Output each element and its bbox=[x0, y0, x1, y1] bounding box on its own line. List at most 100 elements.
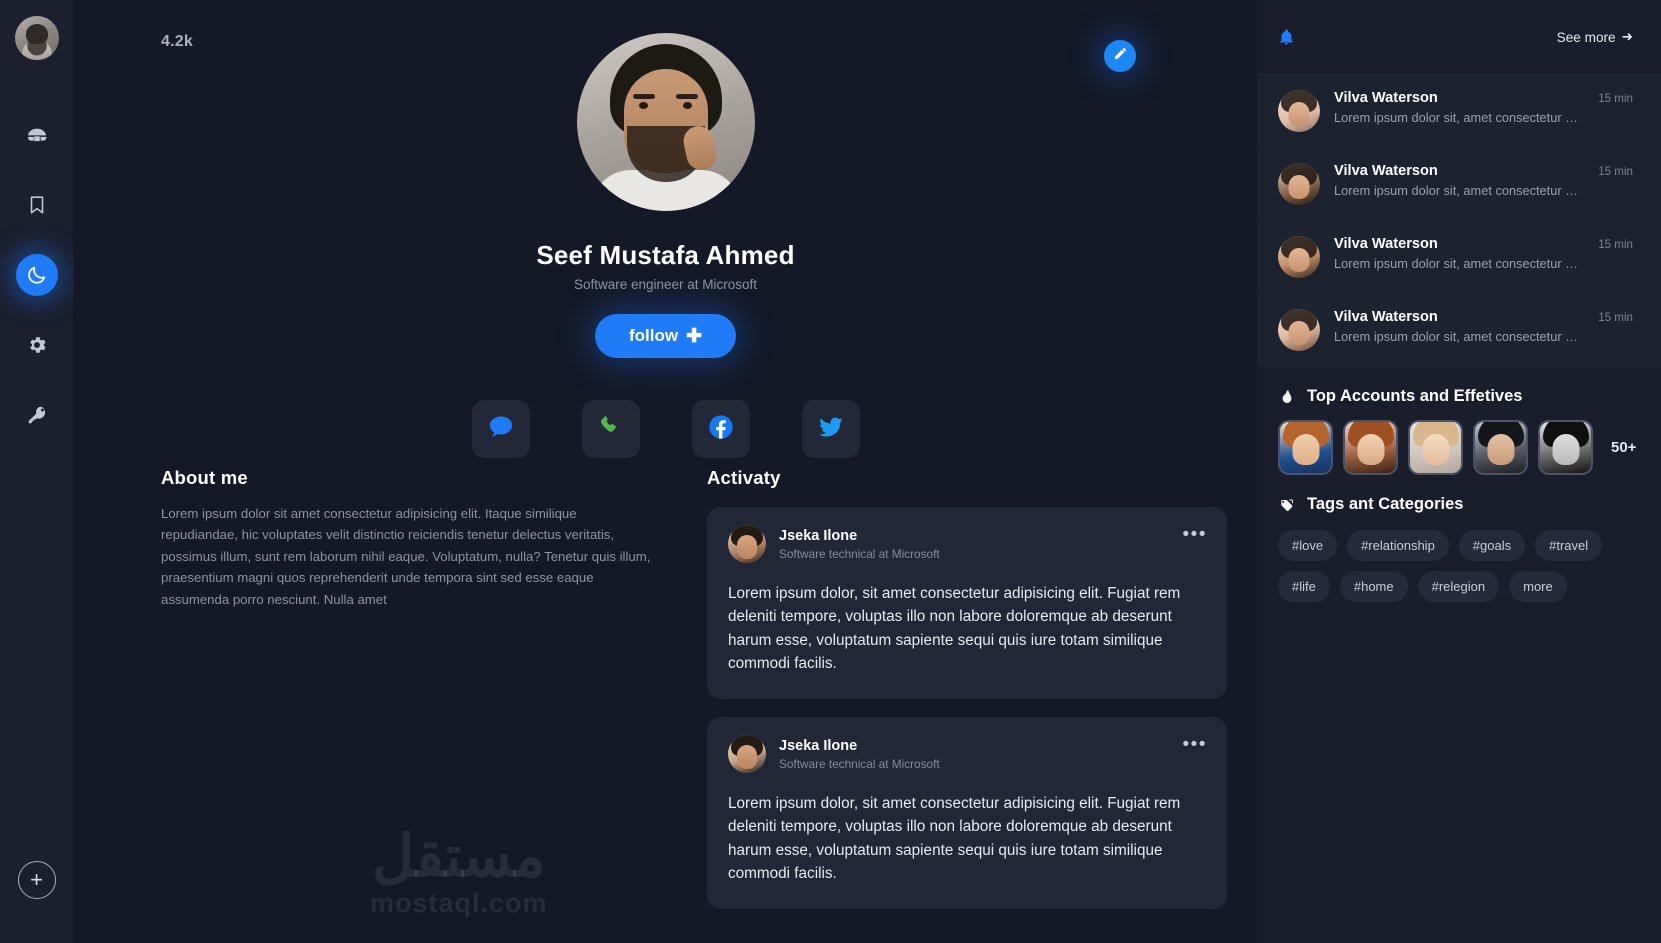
tags-title: Tags ant Categories bbox=[1278, 495, 1637, 514]
tag-chip[interactable]: more bbox=[1509, 571, 1567, 602]
about-text: Lorem ipsum dolor sit amet consectetur a… bbox=[161, 506, 651, 607]
notification-text: Lorem ipsum dolor sit, amet consectetur … bbox=[1334, 110, 1584, 125]
tag-chip[interactable]: #home bbox=[1339, 571, 1408, 602]
flame-icon bbox=[1278, 388, 1296, 406]
moon-icon bbox=[26, 264, 48, 286]
page-title: Seef Mustafa Ahmed bbox=[536, 240, 795, 270]
notification-name: Vilva Waterson bbox=[1334, 163, 1438, 179]
about-section: About me Lorem ipsum dolor sit amet cons… bbox=[161, 467, 651, 909]
key-icon bbox=[26, 404, 48, 426]
post-card: Jseka Ilone Software technical at Micros… bbox=[707, 717, 1227, 909]
sidebar-item-settings[interactable] bbox=[16, 324, 58, 366]
notification-name: Vilva Waterson bbox=[1334, 236, 1438, 252]
notification-time: 15 min bbox=[1598, 92, 1633, 105]
social-twitter[interactable] bbox=[801, 400, 860, 458]
app-root: + 4.2k Seef Mustafa Ahmed Software engin… bbox=[0, 0, 1661, 943]
activity-heading: Activaty bbox=[707, 467, 781, 488]
tag-chip[interactable]: #travel bbox=[1535, 530, 1603, 561]
follower-count: 4.2k bbox=[161, 33, 193, 50]
notification-text: Lorem ipsum dolor sit, amet consectetur … bbox=[1334, 256, 1584, 271]
bookmark-icon bbox=[26, 194, 48, 216]
sidebar-item-darkmode[interactable] bbox=[15, 254, 58, 296]
account-avatar[interactable] bbox=[1343, 420, 1398, 475]
tag-chip[interactable]: #love bbox=[1278, 530, 1338, 561]
notification-time: 15 min bbox=[1598, 238, 1633, 251]
twitter-icon bbox=[817, 413, 845, 446]
post-avatar[interactable] bbox=[728, 735, 766, 773]
profile-subtitle: Software engineer at Microsoft bbox=[573, 277, 758, 292]
message-icon bbox=[487, 413, 515, 446]
account-avatar[interactable] bbox=[1473, 420, 1528, 475]
top-accounts-title: Top Accounts and Effetives bbox=[1278, 387, 1637, 406]
notification-name: Vilva Waterson bbox=[1334, 309, 1438, 325]
post-author: Jseka Ilone bbox=[779, 527, 858, 544]
tag-icon bbox=[1278, 496, 1296, 514]
notification-time: 15 min bbox=[1598, 311, 1633, 324]
account-avatar[interactable] bbox=[1538, 420, 1593, 475]
avatar bbox=[1278, 236, 1320, 278]
notification-text: Lorem ipsum dolor sit, amet consectetur … bbox=[1334, 183, 1584, 198]
tags-section: Tags ant Categories #love #relationship … bbox=[1257, 475, 1661, 602]
sidebar-item-igloo[interactable] bbox=[16, 114, 58, 156]
notification-item[interactable]: Vilva Waterson Lorem ipsum dolor sit, am… bbox=[1257, 294, 1661, 367]
right-panel: See more ➜ Vilva Waterson Lorem ipsum do… bbox=[1257, 0, 1661, 943]
phone-icon bbox=[597, 413, 625, 446]
igloo-icon bbox=[26, 124, 48, 146]
post-body: Lorem ipsum dolor, sit amet consectetur … bbox=[728, 795, 1181, 882]
post-menu-button[interactable]: ••• bbox=[1183, 525, 1207, 544]
tag-chip[interactable]: #relegion bbox=[1417, 571, 1500, 602]
notification-item[interactable]: Vilva Waterson Lorem ipsum dolor sit, am… bbox=[1257, 148, 1661, 221]
bell-icon[interactable] bbox=[1278, 29, 1295, 46]
tags-label: Tags ant Categories bbox=[1307, 495, 1464, 513]
see-more-label: See more bbox=[1556, 29, 1616, 45]
social-buttons bbox=[74, 400, 1257, 458]
social-phone[interactable] bbox=[581, 400, 640, 458]
gear-icon bbox=[26, 334, 48, 356]
sidebar-item-key[interactable] bbox=[16, 394, 58, 436]
add-button[interactable]: + bbox=[17, 861, 56, 899]
see-more-button[interactable]: See more ➜ bbox=[1557, 29, 1633, 45]
social-facebook[interactable] bbox=[691, 400, 750, 458]
tag-chip[interactable]: #life bbox=[1278, 571, 1330, 602]
profile-avatar[interactable] bbox=[576, 33, 755, 211]
profile-header: 4.2k Seef Mustafa Ahmed Software enginee… bbox=[74, 0, 1257, 458]
avatar bbox=[1278, 163, 1320, 205]
post-menu-button[interactable]: ••• bbox=[1183, 735, 1207, 754]
account-avatar[interactable] bbox=[1408, 420, 1463, 475]
follow-label: follow bbox=[628, 326, 679, 345]
about-heading: About me bbox=[161, 467, 248, 488]
post-role: Software technical at Microsoft bbox=[779, 546, 940, 561]
post-header: Jseka Ilone Software technical at Micros… bbox=[728, 735, 1206, 773]
sidebar-item-bookmark[interactable] bbox=[16, 184, 58, 226]
top-accounts-label: Top Accounts and Effetives bbox=[1307, 387, 1523, 405]
notification-item[interactable]: Vilva Waterson Lorem ipsum dolor sit, am… bbox=[1257, 75, 1661, 148]
follow-button[interactable]: follow ✚ bbox=[594, 314, 737, 358]
avatar bbox=[1278, 309, 1320, 351]
post-role: Software technical at Microsoft bbox=[779, 756, 940, 771]
main-content: 4.2k Seef Mustafa Ahmed Software enginee… bbox=[74, 0, 1257, 943]
tag-chip[interactable]: #goals bbox=[1458, 530, 1526, 561]
avatar[interactable] bbox=[14, 16, 59, 60]
top-accounts-section: Top Accounts and Effetives 50+ bbox=[1257, 367, 1661, 475]
right-panel-header: See more ➜ bbox=[1257, 0, 1661, 75]
post-card: Jseka Ilone Software technical at Micros… bbox=[707, 507, 1227, 699]
post-author: Jseka Ilone bbox=[779, 737, 858, 754]
tags-list: #love #relationship #goals #travel #life… bbox=[1278, 530, 1630, 602]
top-accounts-list: 50+ bbox=[1278, 420, 1637, 475]
notification-item[interactable]: Vilva Waterson Lorem ipsum dolor sit, am… bbox=[1257, 221, 1661, 294]
notification-name: Vilva Waterson bbox=[1334, 90, 1438, 106]
post-avatar[interactable] bbox=[728, 525, 766, 563]
avatar bbox=[1278, 90, 1320, 132]
accounts-more-count[interactable]: 50+ bbox=[1611, 439, 1636, 456]
left-sidebar: + bbox=[0, 0, 74, 943]
plus-icon: ✚ bbox=[686, 325, 703, 347]
tag-chip[interactable]: #relationship bbox=[1347, 530, 1449, 561]
activity-section: Activaty Jseka Ilone Software technical … bbox=[707, 467, 1227, 909]
notification-time: 15 min bbox=[1598, 165, 1633, 178]
social-message[interactable] bbox=[471, 400, 530, 458]
content-columns: About me Lorem ipsum dolor sit amet cons… bbox=[74, 455, 1257, 909]
arrow-right-icon: ➜ bbox=[1621, 29, 1633, 44]
edit-profile-button[interactable] bbox=[1104, 40, 1136, 72]
facebook-icon bbox=[707, 413, 735, 446]
account-avatar[interactable] bbox=[1278, 420, 1333, 475]
